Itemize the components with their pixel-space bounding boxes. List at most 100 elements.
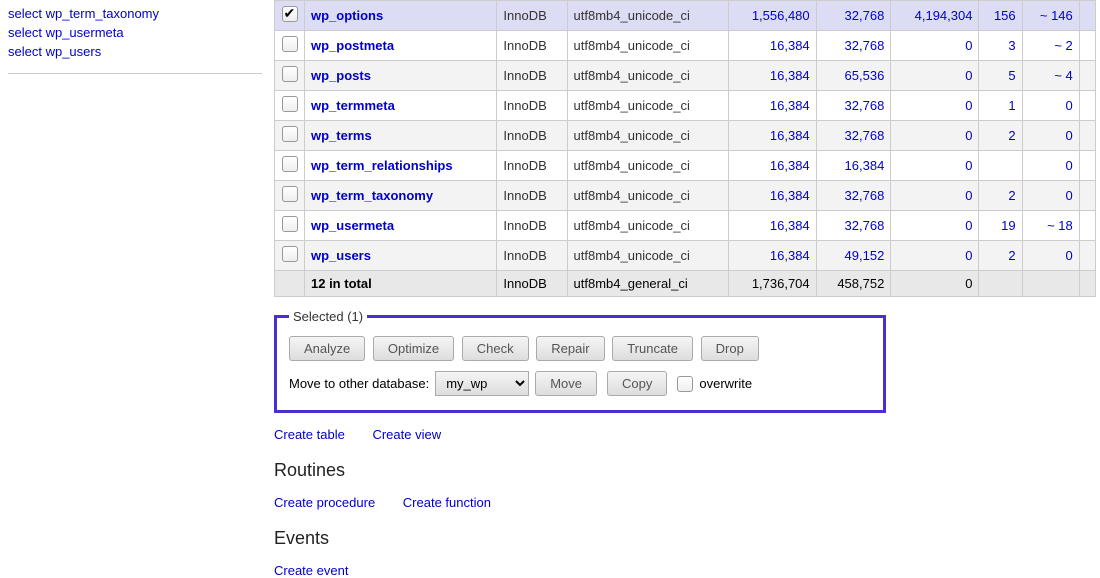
engine-cell: InnoDB bbox=[497, 211, 567, 241]
optimize-button[interactable]: Optimize bbox=[373, 336, 454, 361]
row-checkbox[interactable] bbox=[282, 96, 298, 112]
move-button[interactable]: Move bbox=[535, 371, 597, 396]
table-row: wp_term_taxonomy InnoDButf8mb4_unicode_ci… bbox=[275, 181, 1096, 211]
data-length-cell: 16,384 bbox=[728, 61, 816, 91]
rows-cell: ~ 18 bbox=[1022, 211, 1079, 241]
create-procedure-link[interactable]: Create procedure bbox=[274, 495, 375, 510]
row-checkbox[interactable] bbox=[282, 156, 298, 172]
row-checkbox[interactable] bbox=[282, 66, 298, 82]
routines-heading: Routines bbox=[274, 460, 1096, 481]
auto-increment-cell: 5 bbox=[979, 61, 1022, 91]
row-checkbox[interactable] bbox=[282, 246, 298, 262]
move-label: Move to other database: bbox=[289, 376, 429, 391]
row-checkbox[interactable] bbox=[282, 126, 298, 142]
routines-section: Routines Create procedure Create functio… bbox=[274, 460, 1096, 510]
auto-increment-cell: 2 bbox=[979, 181, 1022, 211]
create-function-link[interactable]: Create function bbox=[403, 495, 491, 510]
row-checkbox[interactable] bbox=[282, 36, 298, 52]
collation-cell: utf8mb4_unicode_ci bbox=[567, 91, 728, 121]
engine-cell: InnoDB bbox=[497, 151, 567, 181]
data-free-cell: 0 bbox=[891, 61, 979, 91]
table-row: wp_terms InnoDButf8mb4_unicode_ci16,38432… bbox=[275, 121, 1096, 151]
table-name-link[interactable]: wp_postmeta bbox=[311, 38, 394, 53]
rows-cell: 0 bbox=[1022, 121, 1079, 151]
sidebar-item-wp-usermeta[interactable]: select wp_usermeta bbox=[8, 23, 262, 42]
overwrite-checkbox[interactable] bbox=[677, 376, 693, 392]
index-length-cell: 49,152 bbox=[816, 241, 891, 271]
rows-cell: 0 bbox=[1022, 241, 1079, 271]
collation-cell: utf8mb4_unicode_ci bbox=[567, 61, 728, 91]
data-free-cell: 4,194,304 bbox=[891, 1, 979, 31]
create-event-link[interactable]: Create event bbox=[274, 563, 348, 578]
auto-increment-cell: 156 bbox=[979, 1, 1022, 31]
data-free-cell: 0 bbox=[891, 211, 979, 241]
drop-button[interactable]: Drop bbox=[701, 336, 759, 361]
engine-cell: InnoDB bbox=[497, 181, 567, 211]
truncate-button[interactable]: Truncate bbox=[612, 336, 693, 361]
table-name-link[interactable]: wp_termmeta bbox=[311, 98, 395, 113]
table-name-link[interactable]: wp_term_taxonomy bbox=[311, 188, 433, 203]
data-free-cell: 0 bbox=[891, 181, 979, 211]
extra-cell bbox=[1079, 121, 1095, 151]
extra-cell bbox=[1079, 61, 1095, 91]
collation-cell: utf8mb4_unicode_ci bbox=[567, 181, 728, 211]
rows-cell: 0 bbox=[1022, 181, 1079, 211]
table-name-link[interactable]: wp_posts bbox=[311, 68, 371, 83]
data-length-cell: 1,556,480 bbox=[728, 1, 816, 31]
data-free-cell: 0 bbox=[891, 91, 979, 121]
auto-increment-cell: 19 bbox=[979, 211, 1022, 241]
index-length-cell: 65,536 bbox=[816, 61, 891, 91]
engine-cell: InnoDB bbox=[497, 1, 567, 31]
collation-cell: utf8mb4_unicode_ci bbox=[567, 241, 728, 271]
table-row: wp_postmetaInnoDButf8mb4_unicode_ci16,38… bbox=[275, 31, 1096, 61]
events-heading: Events bbox=[274, 528, 1096, 549]
table-name-link[interactable]: wp_users bbox=[311, 248, 371, 263]
sidebar-item-wp-users[interactable]: select wp_users bbox=[8, 42, 262, 61]
extra-cell bbox=[1079, 211, 1095, 241]
table-row: wp_postsInnoDButf8mb4_unicode_ci16,38465… bbox=[275, 61, 1096, 91]
table-name-link[interactable]: wp_usermeta bbox=[311, 218, 394, 233]
tables-list: wp_optionsInnoDButf8mb4_unicode_ci1,556,… bbox=[274, 0, 1096, 297]
index-length-cell: 32,768 bbox=[816, 121, 891, 151]
extra-cell bbox=[1079, 151, 1095, 181]
collation-cell: utf8mb4_unicode_ci bbox=[567, 211, 728, 241]
table-row: wp_term_relationshipsInnoDButf8mb4_unico… bbox=[275, 151, 1096, 181]
extra-cell bbox=[1079, 181, 1095, 211]
create-view-link[interactable]: Create view bbox=[372, 427, 441, 442]
check-button[interactable]: Check bbox=[462, 336, 529, 361]
create-links: Create table Create view bbox=[274, 427, 1096, 442]
row-checkbox[interactable] bbox=[282, 6, 298, 22]
collation-cell: utf8mb4_unicode_ci bbox=[567, 1, 728, 31]
selected-legend: Selected (1) bbox=[289, 309, 367, 324]
data-free-cell: 0 bbox=[891, 151, 979, 181]
table-name-link[interactable]: wp_terms bbox=[311, 128, 372, 143]
create-table-link[interactable]: Create table bbox=[274, 427, 345, 442]
row-checkbox[interactable] bbox=[282, 186, 298, 202]
auto-increment-cell: 2 bbox=[979, 121, 1022, 151]
table-name-link[interactable]: wp_term_relationships bbox=[311, 158, 453, 173]
table-row: wp_options InnoDButf8mb4_unicode_ci1,556,… bbox=[275, 1, 1096, 31]
rows-cell: 0 bbox=[1022, 151, 1079, 181]
row-checkbox[interactable] bbox=[282, 216, 298, 232]
sidebar-item-wp-term-taxonomy[interactable]: select wp_term_taxonomy bbox=[8, 4, 262, 23]
data-length-cell: 16,384 bbox=[728, 211, 816, 241]
collation-cell: utf8mb4_unicode_ci bbox=[567, 31, 728, 61]
action-buttons-row: Analyze Optimize Check Repair Truncate D… bbox=[289, 336, 871, 361]
data-length-cell: 16,384 bbox=[728, 121, 816, 151]
sidebar-divider bbox=[8, 73, 262, 74]
total-row: 12 in totalInnoDButf8mb4_general_ci1,736… bbox=[275, 271, 1096, 297]
repair-button[interactable]: Repair bbox=[536, 336, 604, 361]
total-label: 12 in total bbox=[305, 271, 497, 297]
database-select[interactable]: my_wp bbox=[435, 371, 529, 396]
engine-cell: InnoDB bbox=[497, 241, 567, 271]
table-row: wp_usermeta InnoDButf8mb4_unicode_ci16,38… bbox=[275, 211, 1096, 241]
data-length-cell: 16,384 bbox=[728, 181, 816, 211]
engine-cell: InnoDB bbox=[497, 121, 567, 151]
analyze-button[interactable]: Analyze bbox=[289, 336, 365, 361]
index-length-cell: 16,384 bbox=[816, 151, 891, 181]
table-name-link[interactable]: wp_options bbox=[311, 8, 383, 23]
events-section: Events Create event bbox=[274, 528, 1096, 578]
main-content: wp_optionsInnoDButf8mb4_unicode_ci1,556,… bbox=[270, 0, 1100, 578]
collation-cell: utf8mb4_unicode_ci bbox=[567, 121, 728, 151]
copy-button[interactable]: Copy bbox=[607, 371, 667, 396]
